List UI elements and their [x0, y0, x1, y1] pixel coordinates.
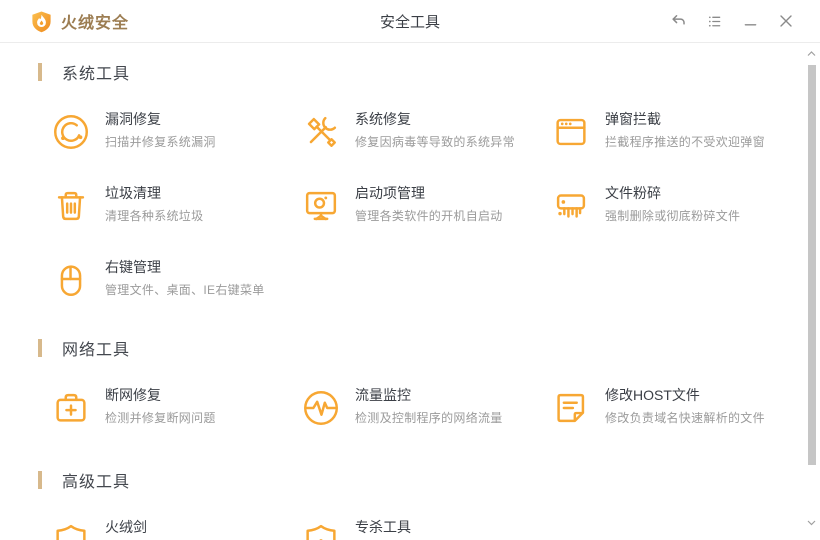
tool-item-sword-shield[interactable]: 火绒剑 [50, 514, 300, 540]
minimize-icon [743, 14, 758, 29]
tool-desc: 扫描并修复系统漏洞 [105, 135, 216, 149]
tool-item-popup-window[interactable]: 弹窗拦截 拦截程序推送的不受欢迎弹窗 [550, 106, 800, 180]
section-accent-bar [38, 339, 42, 357]
tool-name: 启动项管理 [355, 185, 425, 201]
host-file-icon [550, 387, 592, 429]
tool-name: 系统修复 [355, 111, 411, 127]
close-icon [778, 13, 794, 29]
tool-name: 右键管理 [105, 259, 161, 275]
tool-item-host-file[interactable]: 修改HOST文件 修改负责域名快速解析的文件 [550, 382, 800, 456]
tool-item-repair-tools[interactable]: 系统修复 修复因病毒等导致的系统异常 [300, 106, 550, 180]
section-title: 高级工具 [62, 474, 131, 491]
tool-name: 修改HOST文件 [605, 387, 700, 403]
tool-name: 文件粉碎 [605, 185, 661, 201]
huorong-shield-flame-icon [30, 10, 53, 33]
app-window: 火绒安全 安全工具 系统工具 漏洞修复 扫描并修复系统漏洞 系统修复 修复因病毒… [0, 0, 820, 540]
tool-name: 流量监控 [355, 387, 411, 403]
tool-name: 漏洞修复 [105, 111, 161, 127]
tool-item-startup-monitor[interactable]: 启动项管理 管理各类软件的开机自启动 [300, 180, 550, 254]
section-title: 系统工具 [62, 66, 131, 83]
scrollbar-thumb[interactable] [808, 65, 816, 465]
tool-desc: 修改负责域名快速解析的文件 [605, 411, 765, 425]
tool-desc: 管理文件、桌面、IE右键菜单 [105, 283, 265, 297]
tool-desc: 强制删除或彻底粉碎文件 [605, 209, 741, 223]
minimize-button[interactable] [732, 0, 768, 42]
titlebar-actions [660, 0, 804, 42]
back-button[interactable] [660, 0, 696, 42]
scrollbar-down-arrow[interactable] [803, 516, 820, 530]
tool-grid: 漏洞修复 扫描并修复系统漏洞 系统修复 修复因病毒等导致的系统异常 弹窗拦截 拦… [50, 106, 820, 328]
repair-tools-icon [300, 111, 342, 153]
tool-item-traffic-monitor[interactable]: 流量监控 检测及控制程序的网络流量 [300, 382, 550, 456]
popup-window-icon [550, 111, 592, 153]
tool-desc: 管理各类软件的开机自启动 [355, 209, 503, 223]
tool-name: 专杀工具 [355, 519, 411, 535]
network-firstaid-icon [50, 387, 92, 429]
undo-arrow-icon [670, 13, 687, 30]
section-title: 网络工具 [62, 342, 131, 359]
tool-grid: 火绒剑 专杀工具 [50, 514, 820, 540]
list-menu-icon [707, 14, 722, 29]
vulnerability-scan-icon [50, 111, 92, 153]
tool-grid: 断网修复 检测并修复断网问题 流量监控 检测及控制程序的网络流量 修改HOST文… [50, 382, 820, 456]
app-name: 火绒安全 [61, 15, 130, 32]
startup-monitor-icon [300, 185, 342, 227]
tool-name: 火绒剑 [105, 519, 147, 535]
menu-button[interactable] [696, 0, 732, 42]
tool-item-network-firstaid[interactable]: 断网修复 检测并修复断网问题 [50, 382, 300, 456]
scrollbar-up-arrow[interactable] [803, 47, 820, 61]
tool-item-file-shredder[interactable]: 文件粉碎 强制删除或彻底粉碎文件 [550, 180, 800, 254]
tool-desc: 检测及控制程序的网络流量 [355, 411, 503, 425]
tool-item-killer-shield[interactable]: 专杀工具 [300, 514, 550, 540]
tool-desc: 检测并修复断网问题 [105, 411, 216, 425]
mouse-rightclick-icon [50, 259, 92, 301]
tool-desc: 修复因病毒等导致的系统异常 [355, 135, 515, 149]
sword-shield-icon [50, 519, 92, 540]
tool-name: 断网修复 [105, 387, 161, 403]
section-header: 网络工具 [38, 338, 820, 359]
tool-desc: 清理各种系统垃圾 [105, 209, 204, 223]
close-button[interactable] [768, 0, 804, 42]
tools-main: 系统工具 漏洞修复 扫描并修复系统漏洞 系统修复 修复因病毒等导致的系统异常 弹… [0, 62, 820, 540]
file-shredder-icon [550, 185, 592, 227]
section-accent-bar [38, 471, 42, 489]
scrollbar[interactable] [803, 43, 820, 540]
app-logo: 火绒安全 [30, 9, 129, 33]
traffic-monitor-icon [300, 387, 342, 429]
tool-item-trash[interactable]: 垃圾清理 清理各种系统垃圾 [50, 180, 300, 254]
tool-item-mouse-rightclick[interactable]: 右键管理 管理文件、桌面、IE右键菜单 [50, 254, 300, 328]
section-header: 高级工具 [38, 470, 820, 491]
titlebar: 火绒安全 安全工具 [0, 0, 820, 43]
section-accent-bar [38, 63, 42, 81]
tool-desc: 拦截程序推送的不受欢迎弹窗 [605, 135, 765, 149]
tool-item-vulnerability-scan[interactable]: 漏洞修复 扫描并修复系统漏洞 [50, 106, 300, 180]
section-header: 系统工具 [38, 62, 820, 83]
tool-name: 垃圾清理 [105, 185, 161, 201]
trash-icon [50, 185, 92, 227]
tool-name: 弹窗拦截 [605, 111, 661, 127]
killer-shield-icon [300, 519, 342, 540]
